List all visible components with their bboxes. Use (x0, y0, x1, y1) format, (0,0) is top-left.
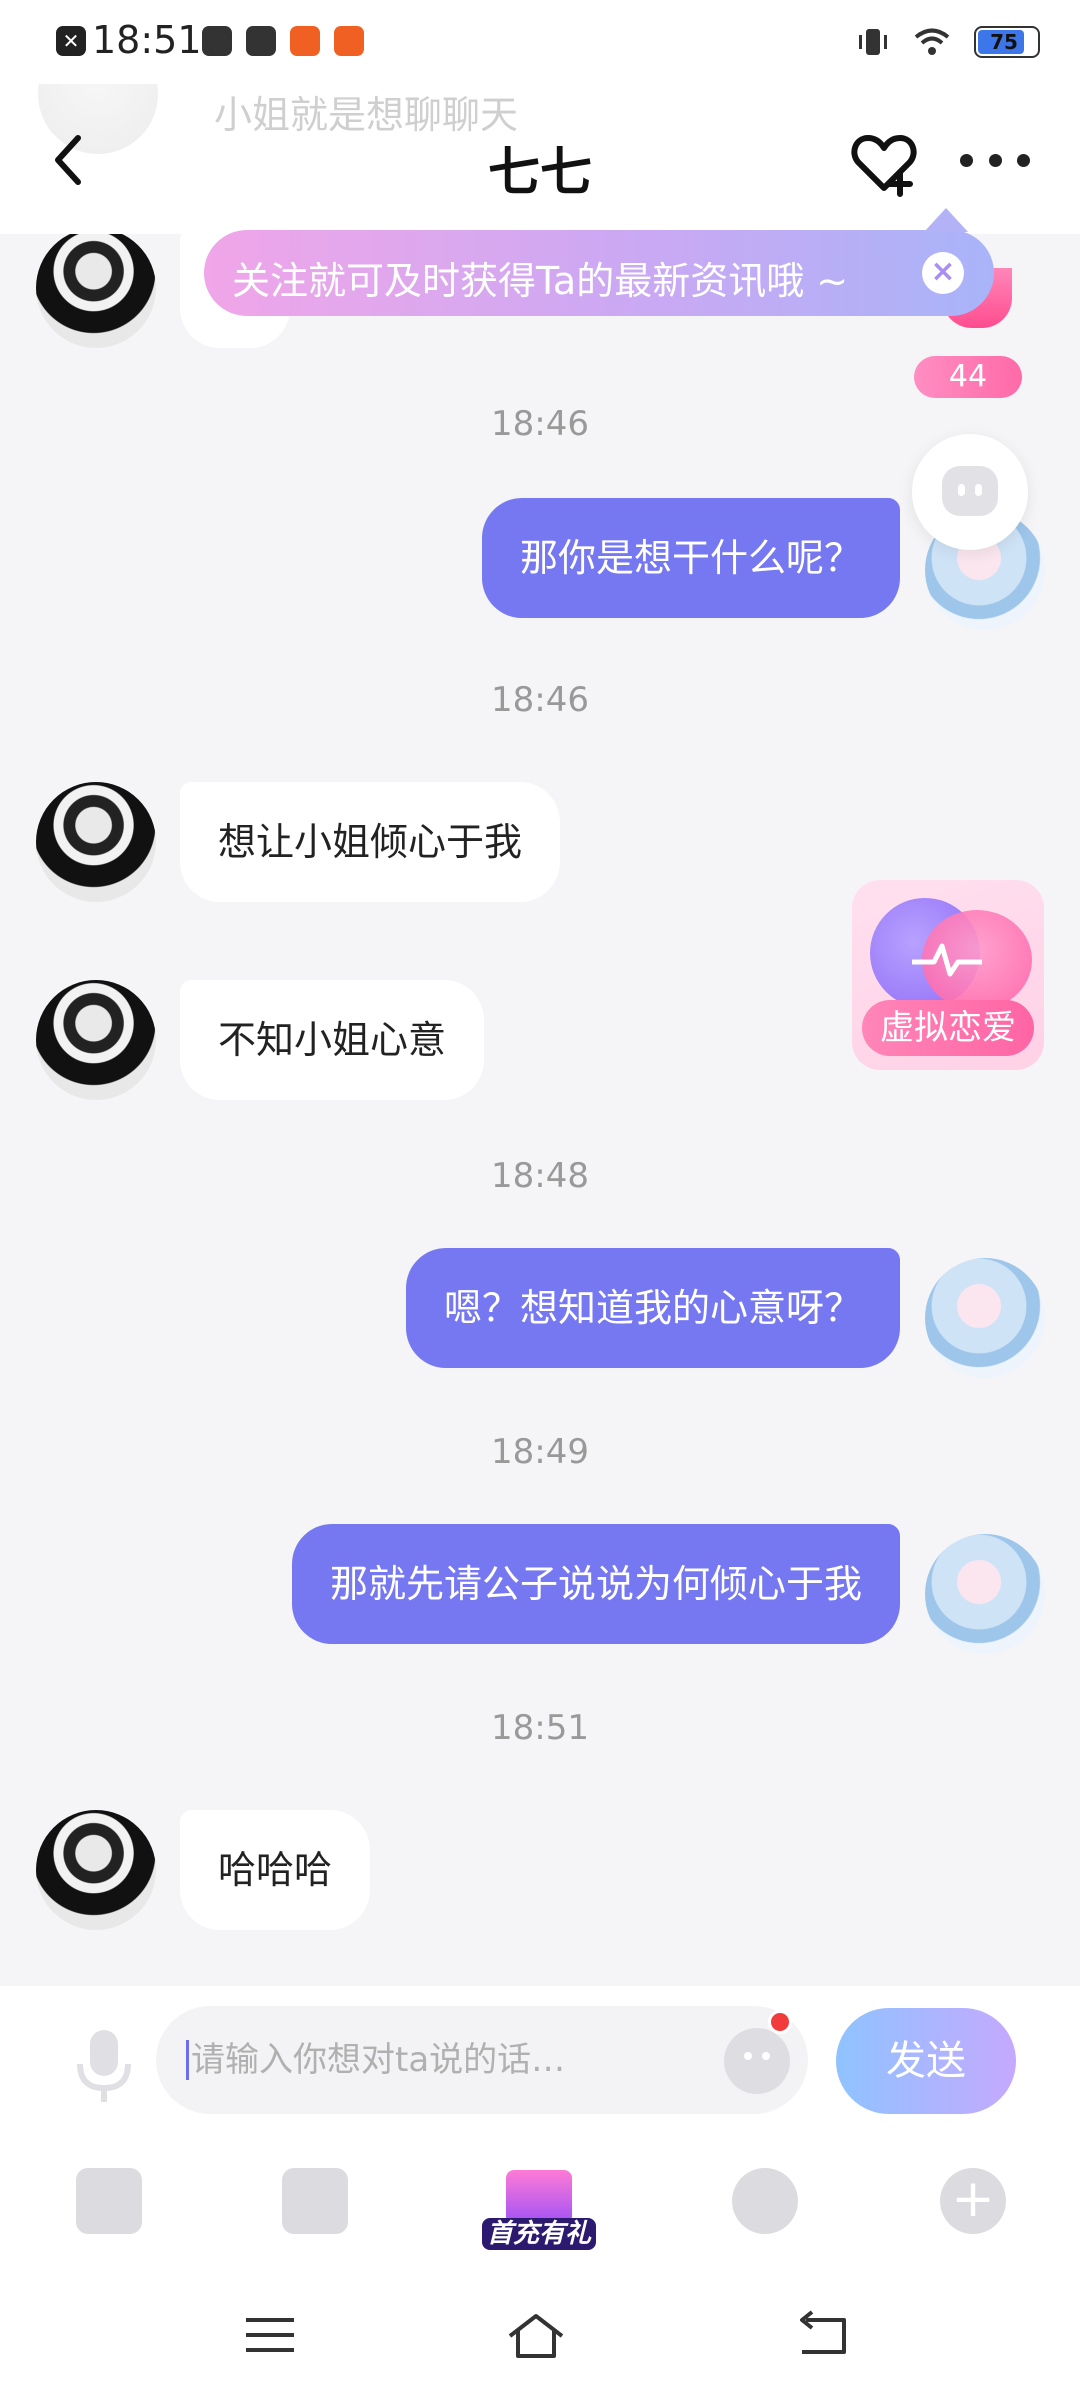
message-bubble-incoming[interactable]: 哈哈哈 (180, 1810, 371, 1930)
app-notification-icon (334, 26, 364, 56)
timestamp: 18:48 (491, 1156, 589, 1196)
timestamp: 18:49 (491, 1432, 589, 1472)
voice-input-button[interactable] (76, 2026, 132, 2106)
ai-assistant-button[interactable] (912, 434, 1028, 550)
message-bubble-outgoing[interactable]: 嗯？想知道我的心意呀？ (405, 1248, 900, 1368)
chat-header: 小姐就是想聊聊天 七七 (0, 34, 1080, 234)
wifi-icon (914, 28, 950, 55)
message-input-placeholder: 请输入你想对ta说的话… (186, 2040, 565, 2080)
virtual-love-card[interactable]: 虚拟恋爱 (852, 880, 1044, 1070)
gift-label: 首充有礼 (482, 2218, 596, 2250)
close-notification-icon: ✕ (56, 26, 86, 56)
first-recharge-gift-button[interactable]: 首充有礼 (482, 2160, 596, 2250)
timestamp: 18:46 (491, 680, 589, 720)
status-bar: ✕ 18:51 75 (0, 0, 1080, 84)
message-input[interactable]: 请输入你想对ta说的话… (156, 2006, 808, 2114)
send-button[interactable]: 发送 (836, 2008, 1016, 2114)
message-bubble-incoming[interactable]: 想让小姐倾心于我 (180, 782, 561, 902)
menu-icon[interactable] (240, 2310, 300, 2360)
gift-icon (506, 2170, 572, 2224)
virtual-love-label: 虚拟恋爱 (862, 1000, 1034, 1056)
app-notification-icon (246, 26, 276, 56)
timestamp: 18:51 (491, 1708, 589, 1748)
app-notification-icon (290, 26, 320, 56)
home-icon[interactable] (506, 2310, 566, 2360)
image-icon[interactable] (76, 2168, 142, 2234)
vibrate-icon (859, 29, 887, 55)
chat-toolbar: 首充有礼 + (0, 2146, 1080, 2266)
contact-avatar[interactable] (36, 1810, 156, 1930)
user-avatar[interactable] (925, 1534, 1045, 1654)
contact-avatar[interactable] (36, 228, 156, 348)
contact-avatar[interactable] (36, 980, 156, 1100)
robot-icon (942, 466, 998, 516)
battery-icon: 75 (974, 26, 1040, 58)
close-tip-button[interactable]: × (922, 252, 964, 294)
system-navigation-bar (0, 2266, 1080, 2400)
more-options-button[interactable] (960, 140, 1030, 180)
app-notification-icon (202, 26, 232, 56)
battery-level: 75 (990, 30, 1018, 54)
star-icon[interactable] (282, 2168, 348, 2234)
notification-dot (768, 2010, 792, 2034)
emoji-button[interactable] (724, 2028, 790, 2094)
timestamp: 18:46 (491, 404, 589, 444)
intimacy-count: 44 (914, 356, 1022, 398)
status-time: 18:51 (92, 18, 202, 62)
follow-tip-text: 关注就可及时获得Ta的最新资讯哦 ~ (232, 259, 849, 303)
user-avatar[interactable] (925, 1258, 1045, 1378)
heart-chat-icon[interactable] (732, 2168, 798, 2234)
plus-icon[interactable]: + (940, 2168, 1006, 2234)
follow-tip-banner[interactable]: 关注就可及时获得Ta的最新资讯哦 ~ × (204, 208, 994, 316)
follow-heart-button[interactable] (848, 128, 920, 200)
contact-avatar[interactable] (36, 782, 156, 902)
input-bar: 请输入你想对ta说的话… 发送 (0, 1986, 1080, 2146)
heartbeat-icon (912, 943, 982, 977)
back-nav-icon[interactable] (792, 2310, 852, 2360)
message-bubble-outgoing[interactable]: 那就先请公子说说为何倾心于我 (291, 1524, 900, 1644)
message-bubble-incoming[interactable]: 不知小姐心意 (180, 980, 485, 1100)
message-bubble-outgoing[interactable]: 那你是想干什么呢？ (481, 498, 900, 618)
